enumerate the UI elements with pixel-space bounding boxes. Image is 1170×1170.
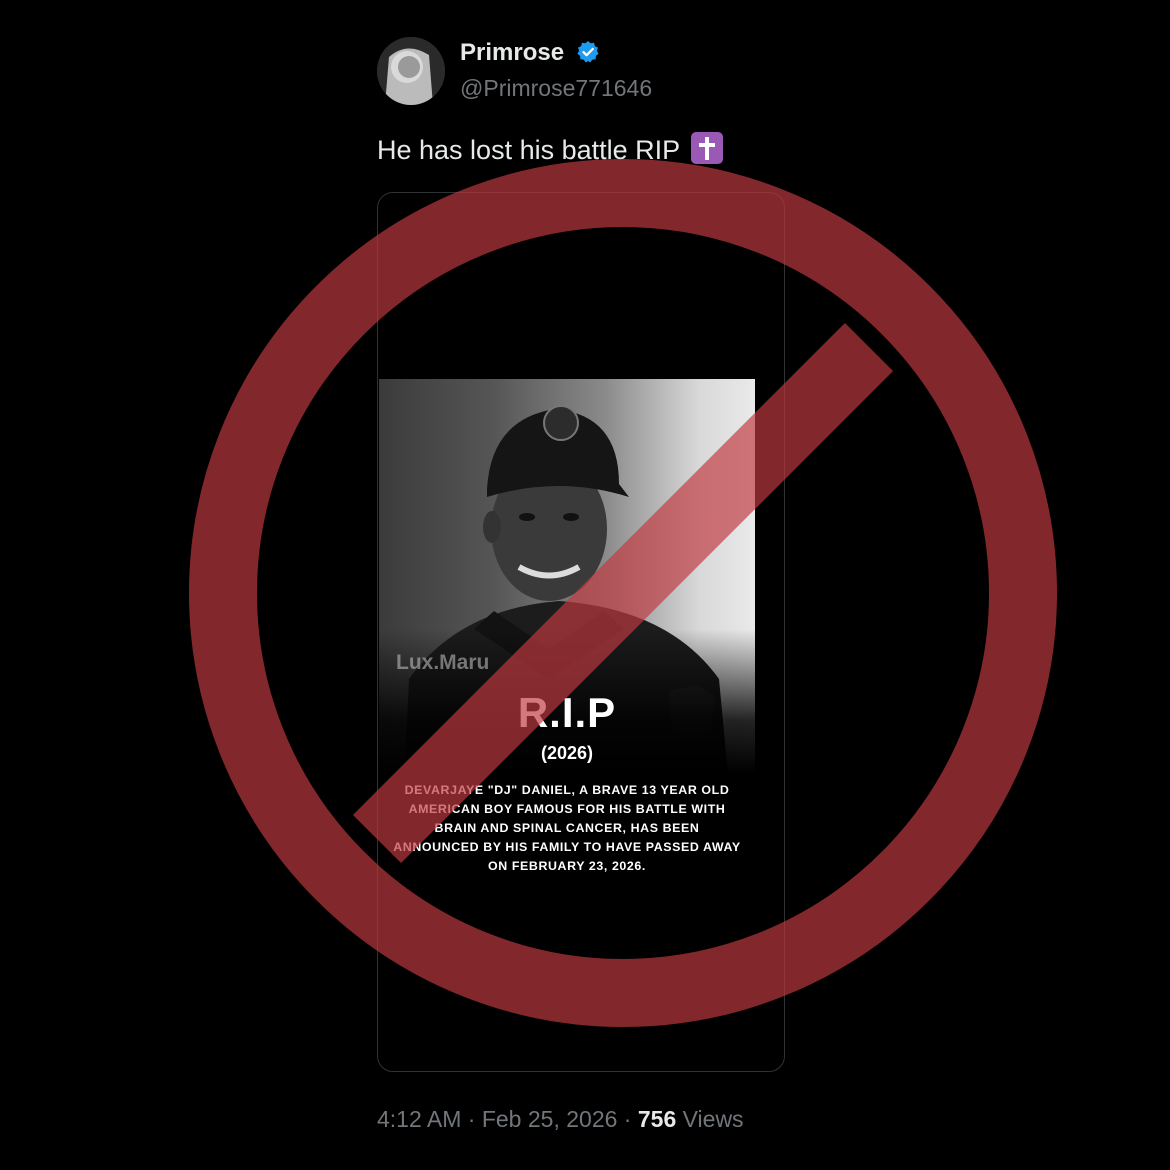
tweet-date[interactable]: Feb 25, 2026 (482, 1106, 618, 1132)
avatar-image (377, 37, 445, 105)
views-count[interactable]: 756 (638, 1106, 676, 1132)
tweet-text: He has lost his battle RIP (377, 132, 724, 168)
memorial-image[interactable]: Lux.Maru R.I.P (2026) DEVARJAYE "DJ" DAN… (379, 379, 755, 891)
latin-cross-emoji-icon (691, 132, 724, 164)
tweet-text-content: He has lost his battle RIP (377, 135, 680, 165)
rip-title: R.I.P (517, 689, 617, 736)
tweet-screenshot: Primrose @Primrose771646 He has lost his… (0, 0, 1170, 1170)
meta-separator: · (623, 1106, 632, 1132)
display-name-text[interactable]: Primrose (460, 39, 564, 66)
rip-body-text: DEVARJAYE "DJ" DANIEL, A BRAVE 13 YEAR O… (393, 783, 741, 873)
avatar[interactable] (377, 37, 445, 105)
rip-year: (2026) (540, 743, 594, 763)
user-handle[interactable]: @Primrose771646 (460, 74, 652, 102)
views-label: Views (682, 1106, 744, 1132)
watermark: Lux.Maru (396, 651, 490, 674)
meta-separator: · (467, 1106, 476, 1132)
tweet-meta: 4:12 AM · Feb 25, 2026 · 756 Views (377, 1103, 744, 1135)
media-card[interactable]: Lux.Maru R.I.P (2026) DEVARJAYE "DJ" DAN… (377, 192, 785, 1072)
verified-badge-icon (577, 41, 599, 63)
tweet-time[interactable]: 4:12 AM (377, 1106, 461, 1132)
display-name[interactable]: Primrose (460, 38, 600, 68)
